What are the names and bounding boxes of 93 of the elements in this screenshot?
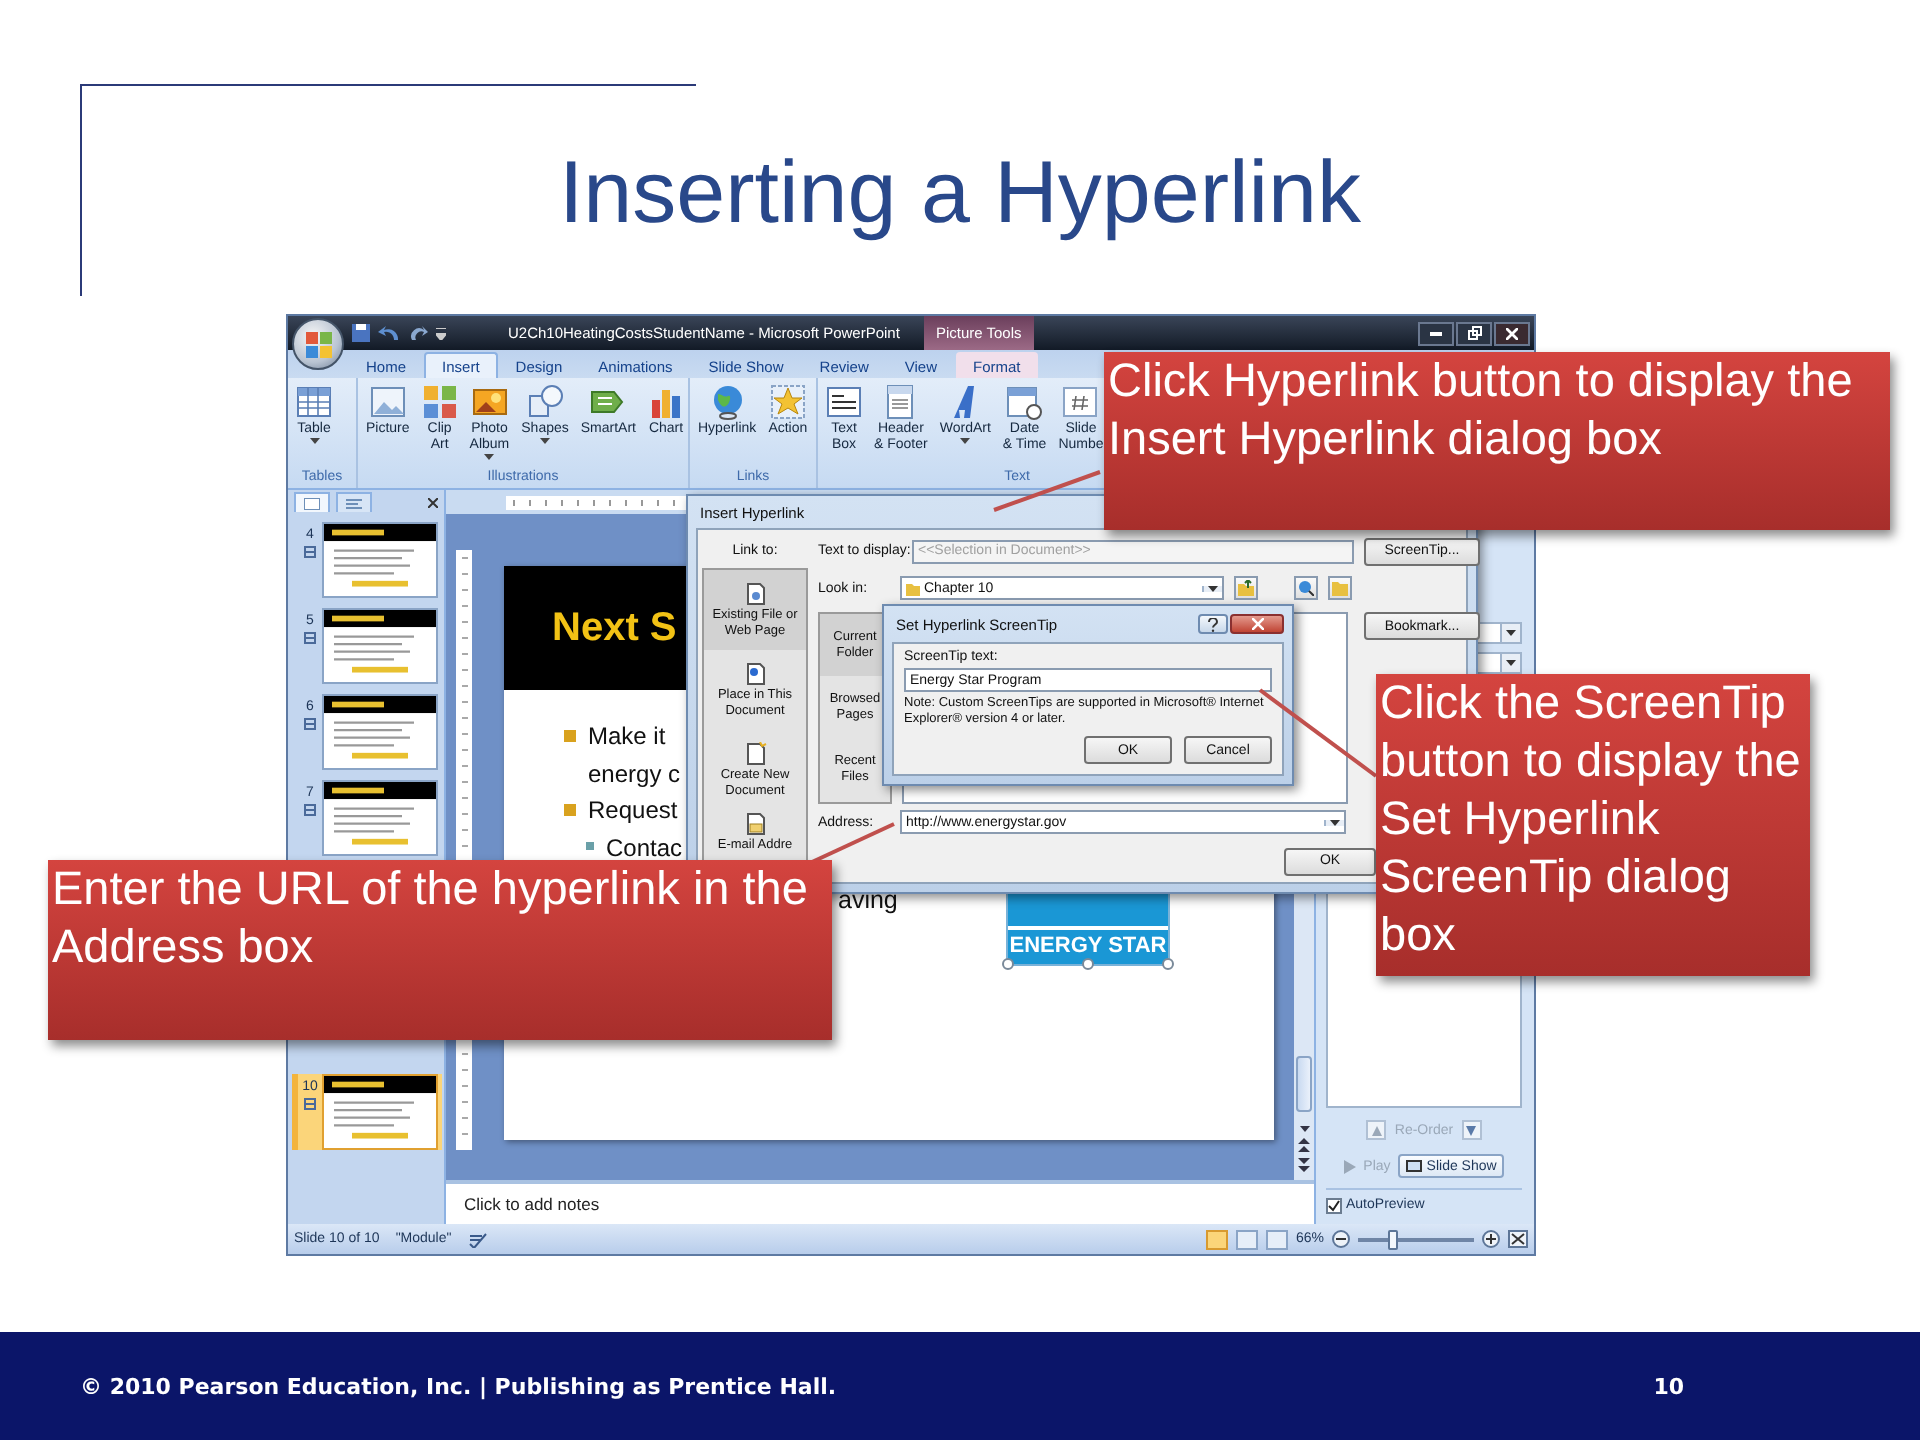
slides-icon [304, 497, 320, 509]
animation-icon [304, 632, 316, 644]
clip-art-icon [421, 384, 458, 420]
close-icon[interactable] [428, 497, 438, 507]
bullet-text: Contac [606, 831, 683, 865]
up-arrow-icon [1371, 1125, 1382, 1135]
slide-thumbnail [324, 524, 436, 596]
restore-button[interactable] [1456, 321, 1492, 345]
next-slide-icon[interactable] [1298, 1158, 1310, 1172]
selection-handle[interactable] [1162, 958, 1174, 970]
close-icon [1506, 327, 1518, 339]
bullet-text: Request [588, 794, 678, 828]
down-arrow-icon [1466, 1125, 1477, 1135]
slide-number-icon [1062, 384, 1099, 420]
slide-thumbnail [324, 1076, 436, 1148]
caret-icon [1330, 819, 1340, 825]
redo-icon[interactable] [410, 324, 428, 342]
help-icon [1208, 617, 1218, 631]
callout: Enter the URL of the hyperlink in the Address box [48, 860, 832, 1040]
screen-icon [1406, 1159, 1423, 1173]
shapes-icon [527, 384, 564, 420]
minimize-icon [1430, 331, 1442, 335]
caret-icon [1506, 660, 1516, 666]
customize-icon[interactable] [436, 327, 446, 339]
calendar-icon [1006, 384, 1043, 420]
callout: Click Hyperlink button to display the Insert Hyperlink dialog box [1104, 352, 1890, 530]
checkbox[interactable] [1326, 1197, 1342, 1213]
table-icon [296, 384, 332, 420]
bullet-icon [564, 730, 576, 742]
outline-icon [346, 497, 362, 509]
bullet-icon [586, 841, 594, 849]
caret-icon [1299, 1126, 1309, 1132]
scroll-thumb[interactable] [1296, 1056, 1312, 1112]
page-number: 10 [1653, 1373, 1684, 1399]
zoom-out-icon[interactable] [1332, 1230, 1350, 1248]
bullet-icon [564, 804, 576, 816]
outline-tab[interactable] [336, 492, 372, 512]
folder-up-icon [1238, 580, 1254, 596]
folder-icon [906, 581, 920, 595]
browse-file-button[interactable] [1328, 576, 1352, 600]
photo-album-icon [471, 384, 508, 420]
envelope-icon [743, 812, 767, 836]
globe-icon [709, 384, 746, 420]
new-document-icon [743, 742, 767, 766]
bookmark-document-icon [743, 662, 767, 686]
selection-handle[interactable] [1002, 958, 1014, 970]
up-folder-button[interactable] [1234, 576, 1258, 600]
animation-icon [304, 718, 316, 730]
globe-search-icon [1298, 580, 1314, 596]
slide-title: Inserting a Hyperlink [558, 142, 1362, 246]
caret-icon [1506, 630, 1516, 636]
notes-placeholder: Click to add notes [464, 1194, 600, 1214]
save-icon[interactable] [352, 324, 370, 342]
star-icon [769, 384, 806, 420]
zoom-in-icon[interactable] [1482, 1230, 1500, 1248]
animation-icon [304, 1098, 316, 1110]
spelling-check-icon[interactable] [467, 1231, 488, 1247]
copyright-text: © 2010 Pearson Education, Inc. | Publishing as Prentice Hall. [80, 1373, 837, 1399]
document-icon [743, 582, 767, 606]
logo-text: ENERGY STAR [1008, 926, 1168, 958]
help-button[interactable] [1198, 614, 1228, 634]
slide-thumbnail [324, 696, 436, 768]
close-button[interactable] [1230, 614, 1284, 634]
notes-field[interactable]: Click to add notes [446, 1180, 1314, 1224]
bar-chart-icon [648, 384, 685, 420]
callout: Click the ScreenTip button to display the Set Hyperlink ScreenTip dialog box [1376, 674, 1810, 976]
slides-tab[interactable] [294, 492, 330, 512]
picture-icon [369, 384, 406, 420]
move-down-button[interactable] [1461, 1120, 1482, 1140]
close-button[interactable] [1494, 321, 1530, 345]
close-icon [1251, 618, 1263, 630]
caret-icon [1208, 585, 1218, 591]
slide-heading: Next S [552, 605, 677, 651]
slide-thumbnail [324, 782, 436, 854]
slide-thumbnail [324, 610, 436, 682]
minimize-button[interactable] [1418, 321, 1454, 345]
zoom-slider-thumb[interactable] [1388, 1229, 1399, 1249]
check-icon [1328, 1199, 1340, 1211]
previous-slide-icon[interactable] [1298, 1138, 1310, 1152]
fit-to-window-icon[interactable] [1508, 1230, 1528, 1248]
selection-handle[interactable] [1082, 958, 1094, 970]
text-box-icon [826, 384, 862, 420]
bullet-text: Make it energy c [588, 720, 681, 791]
restore-icon [1467, 326, 1481, 340]
bullet-text: aving [838, 884, 900, 916]
document-icon [882, 384, 919, 420]
browse-web-button[interactable] [1294, 576, 1318, 600]
play-icon [1343, 1159, 1356, 1173]
animation-icon [304, 546, 316, 558]
leader-line [993, 470, 1101, 512]
animation-icon [304, 804, 316, 816]
undo-icon[interactable] [378, 324, 402, 342]
folder-icon [1332, 580, 1348, 596]
